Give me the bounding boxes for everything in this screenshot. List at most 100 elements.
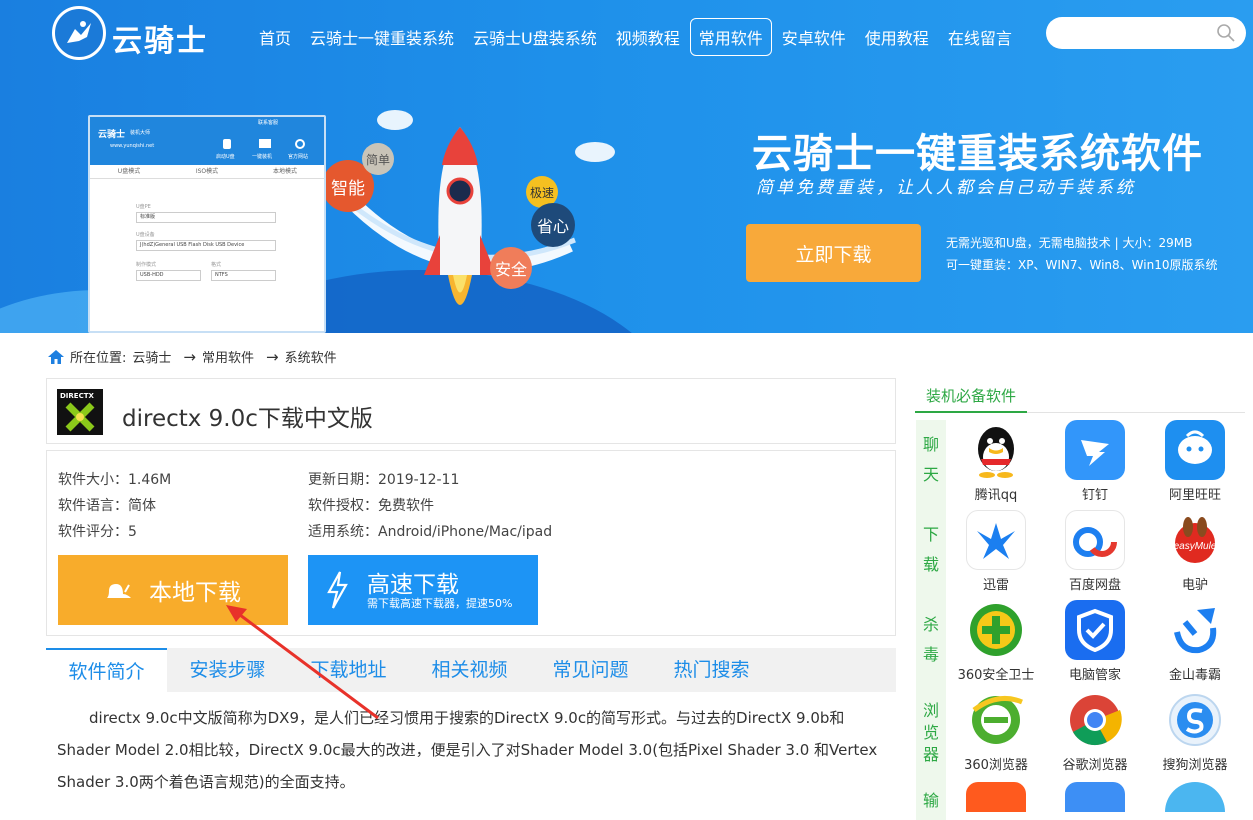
tab-faq[interactable]: 常见问题 <box>530 648 651 692</box>
nav-home[interactable]: 首页 <box>250 18 300 56</box>
page-title: directx 9.0c下载中文版 <box>122 406 373 432</box>
mock-tool-usb: 启动U盘 <box>216 154 235 160</box>
nav-common-software[interactable]: 常用软件 <box>689 18 772 56</box>
hero-info-line-2: 可一键重装：XP、WIN7、Win8、Win10原版系统 <box>946 258 1218 272</box>
app-name: 腾讯qq <box>974 488 1018 503</box>
site-logo-icon[interactable] <box>52 6 106 60</box>
app-name: 谷歌浏览器 <box>1062 758 1128 773</box>
directx-icon: DIRECTX <box>57 389 103 435</box>
mock-tabs: U盘模式 ISO模式 本地模式 <box>90 165 324 179</box>
app-xunlei[interactable]: 迅雷 <box>956 510 1036 593</box>
category-chat[interactable]: 聊天 <box>916 430 946 490</box>
breadcrumb-item-home[interactable]: 云骑士 <box>132 347 171 366</box>
tab-related-videos[interactable]: 相关视频 <box>409 648 530 692</box>
breadcrumb-item-common-software[interactable]: 常用软件 <box>202 347 254 366</box>
tab-hot-search[interactable]: 热门搜索 <box>651 648 772 692</box>
app-name: 电脑管家 <box>1068 668 1121 683</box>
snail-icon <box>107 584 131 598</box>
nav-one-click-reinstall[interactable]: 云骑士一键重装系统 <box>301 18 463 56</box>
mock-url: www.yunqishi.net <box>110 143 155 149</box>
directx-icon-label: DIRECTX <box>60 392 94 400</box>
svg-text:easyMule: easyMule <box>1174 541 1217 552</box>
mock-field-format: NTFS <box>211 270 276 281</box>
nav-online-message[interactable]: 在线留言 <box>939 18 1021 56</box>
fast-download-sublabel: 需下载高速下载器，提速50% <box>367 597 513 610</box>
software-rating: 软件评分：5 <box>58 524 137 540</box>
content-tabs: 软件简介 安装步骤 下载地址 相关视频 常见问题 热门搜索 <box>46 648 896 692</box>
hero-title: 云骑士一键重装系统软件 <box>752 131 1203 177</box>
mock-tab-usb: U盘模式 <box>117 168 141 175</box>
emule-icon: easyMule <box>1165 510 1225 570</box>
app-name: 360浏览器 <box>964 758 1028 773</box>
bubble-safe: 安全 <box>490 247 532 289</box>
hero-banner: 智能 简单 极速 省心 安全 云骑士 装机大师 www.yunqishi.net… <box>0 0 1253 333</box>
app-name: 搜狗浏览器 <box>1162 758 1228 773</box>
app-qq[interactable]: 腾讯qq <box>956 420 1036 503</box>
mock-field-pe: 标准版 <box>136 212 276 223</box>
breadcrumb-separator: → <box>183 347 196 366</box>
mock-brand-sub: 装机大师 <box>130 130 151 136</box>
mock-ie-icon <box>295 139 305 149</box>
category-input[interactable]: 输 <box>916 786 946 816</box>
sidebar-categories: 聊天 下载 杀毒 浏览器 输 <box>916 420 946 820</box>
hero-download-button[interactable]: 立即下载 <box>746 224 921 282</box>
software-title-box: DIRECTX directx 9.0c下载中文版 <box>46 378 896 444</box>
app-360-browser[interactable]: 360浏览器 <box>956 690 1036 773</box>
app-name: 钉钉 <box>1081 488 1108 503</box>
tab-install-steps[interactable]: 安装步骤 <box>167 648 288 692</box>
dingtalk-icon <box>1065 420 1125 480</box>
category-antivirus[interactable]: 杀毒 <box>916 610 946 670</box>
category-chat-label: 聊天 <box>922 435 939 484</box>
category-browser-label: 浏览器 <box>922 701 939 764</box>
local-download-button[interactable]: 本地下载 <box>58 555 288 625</box>
search-input[interactable] <box>1046 17 1246 49</box>
mock-monitor-icon <box>259 139 271 148</box>
tab-introduction[interactable]: 软件简介 <box>46 648 167 692</box>
app-sogou-browser[interactable]: 搜狗浏览器 <box>1155 690 1235 773</box>
breadcrumb-item-system-software[interactable]: 系统软件 <box>285 347 337 366</box>
nav-usb-install[interactable]: 云骑士U盘装系统 <box>464 18 606 56</box>
tab-download-address[interactable]: 下载地址 <box>288 648 409 692</box>
mock-header: 云骑士 装机大师 www.yunqishi.net 联系客服 启动U盘 一键装机… <box>90 117 324 165</box>
app-dingtalk[interactable]: 钉钉 <box>1055 420 1135 503</box>
software-info-box: 软件大小：1.46M 软件语言：简体 软件评分：5 更新日期：2019-12-1… <box>46 450 896 636</box>
app-kingsoft-antivirus[interactable]: 金山毒霸 <box>1155 600 1235 683</box>
hero-info-line-1: 无需光驱和U盘，无需电脑技术 | 大小：29MB <box>946 236 1193 250</box>
app-baidu-netdisk[interactable]: 百度网盘 <box>1055 510 1135 593</box>
breadcrumb: 所在位置: 云骑士 → 常用软件 → 系统软件 <box>47 347 343 366</box>
app-pc-manager[interactable]: 电脑管家 <box>1055 600 1135 683</box>
chrome-icon <box>1065 690 1125 750</box>
search-icon[interactable] <box>1216 23 1236 43</box>
mock-label-format: 格式 <box>211 262 222 268</box>
app-name: 金山毒霸 <box>1168 668 1221 683</box>
breadcrumb-prefix: 所在位置: <box>70 351 127 366</box>
software-description: directx 9.0c中文版简称为DX9，是人们已经习惯用于搜索的Direct… <box>57 709 878 791</box>
mock-label-pe: U盘PE <box>136 204 151 210</box>
app-name: 电驴 <box>1181 578 1208 593</box>
app-aliwangwang[interactable]: 阿里旺旺 <box>1155 420 1235 503</box>
xunlei-icon <box>966 510 1026 570</box>
bubble-worry-free: 省心 <box>531 203 575 247</box>
app-name: 阿里旺旺 <box>1168 488 1221 503</box>
software-license: 软件授权：免费软件 <box>308 498 434 514</box>
category-download-label: 下载 <box>922 525 939 574</box>
app-name: 迅雷 <box>982 578 1009 593</box>
app-360-safe[interactable]: 360安全卫士 <box>956 600 1036 683</box>
category-download[interactable]: 下载 <box>916 520 946 580</box>
bubble-simple: 简单 <box>362 143 394 175</box>
baidu-netdisk-icon <box>1065 510 1125 570</box>
category-antivirus-label: 杀毒 <box>922 615 939 664</box>
category-browser[interactable]: 浏览器 <box>916 700 946 766</box>
nav-usage-tutorials[interactable]: 使用教程 <box>856 18 938 56</box>
site-logo-text[interactable]: 云骑士 <box>112 16 208 60</box>
fast-download-button[interactable]: 高速下载 需下载高速下载器，提速50% <box>308 555 538 625</box>
app-name: 百度网盘 <box>1068 578 1121 593</box>
app-emule[interactable]: easyMule 电驴 <box>1155 510 1235 593</box>
nav-video-tutorials[interactable]: 视频教程 <box>607 18 689 56</box>
mock-tool-install: 一键装机 <box>252 154 273 160</box>
nav-android-software[interactable]: 安卓软件 <box>773 18 855 56</box>
category-input-label: 输 <box>922 791 939 810</box>
mock-label-mode: 制作模式 <box>136 262 157 268</box>
app-chrome[interactable]: 谷歌浏览器 <box>1055 690 1135 773</box>
breadcrumb-separator: → <box>266 347 279 366</box>
